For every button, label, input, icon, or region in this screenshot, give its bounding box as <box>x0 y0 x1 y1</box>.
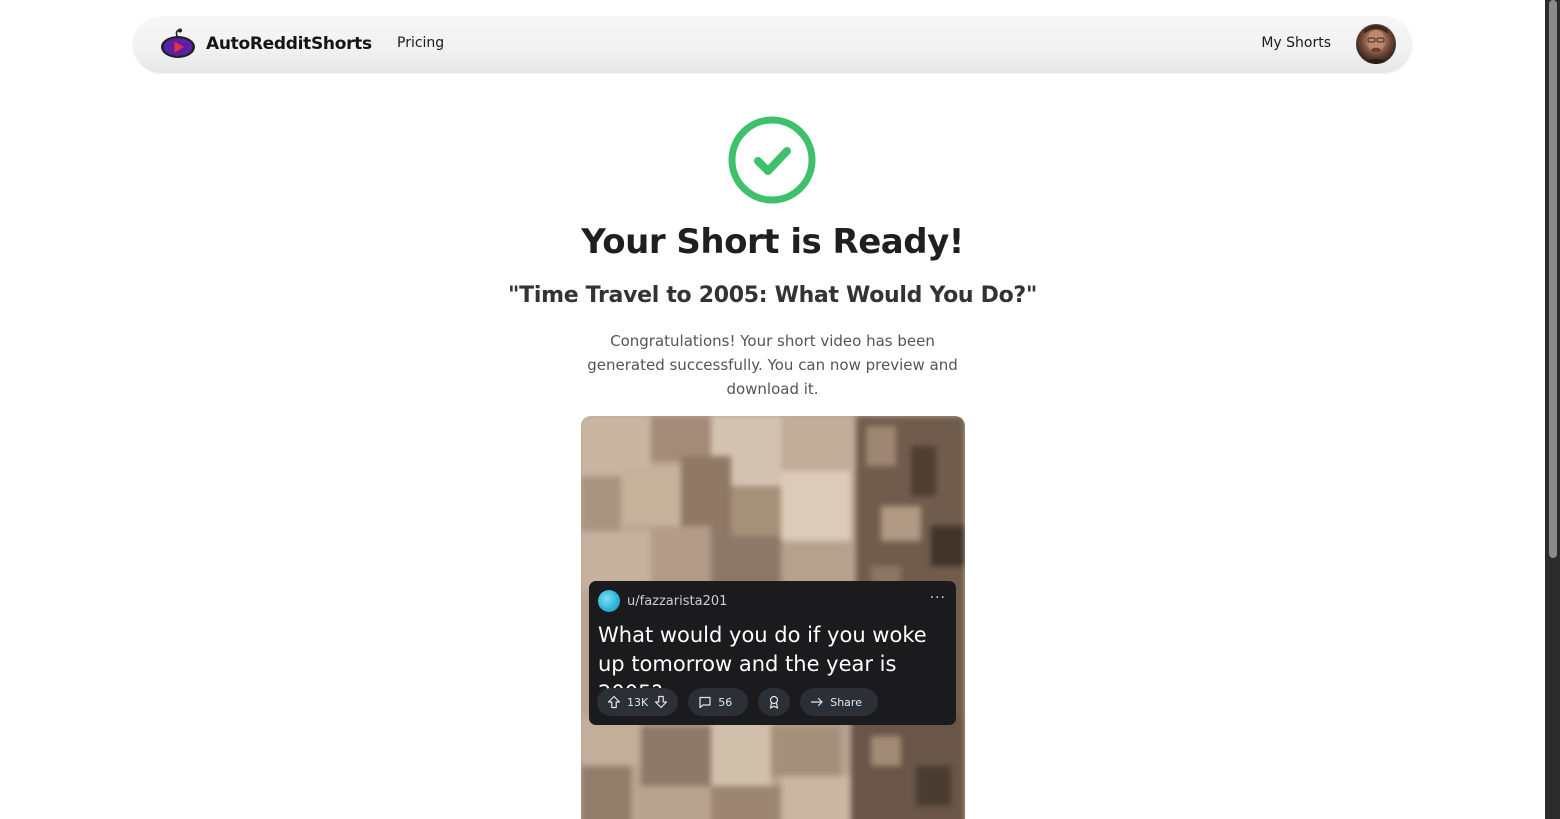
comments-pill: 56 <box>688 688 749 716</box>
avatar-photo <box>1360 25 1392 64</box>
share-label: Share <box>830 695 862 709</box>
share-arrow-icon <box>811 697 823 707</box>
comment-count: 56 <box>718 695 733 709</box>
nav-pricing-link[interactable]: Pricing <box>397 35 444 51</box>
page-title: Your Short is Ready! <box>581 222 964 262</box>
scrollbar-thumb[interactable] <box>1549 0 1557 558</box>
page: AutoRedditShorts Pricing My Shorts Your … <box>0 0 1545 819</box>
navbar: AutoRedditShorts Pricing My Shorts <box>133 16 1412 73</box>
short-title: "Time Travel to 2005: What Would You Do?… <box>507 283 1038 308</box>
award-icon <box>770 695 779 709</box>
brand-link[interactable]: AutoRedditShorts <box>160 28 372 60</box>
arrow-down-icon <box>655 695 668 709</box>
award-pill <box>758 688 791 716</box>
video-preview[interactable]: u/fazzarista201 ··· What would you do if… <box>581 416 965 819</box>
post-actions: 13K 56 Share <box>597 688 878 716</box>
upvote-count: 13K <box>627 695 649 709</box>
success-message: Congratulations! Your short video has be… <box>587 332 958 398</box>
logo-icon <box>161 28 195 58</box>
post-author-avatar <box>598 590 620 612</box>
success-check-icon <box>728 116 816 204</box>
brand-name: AutoRedditShorts <box>206 34 372 54</box>
post-header: u/fazzarista201 <box>598 590 727 612</box>
more-options-icon: ··· <box>929 590 946 606</box>
comment-icon <box>699 696 711 709</box>
scrollbar[interactable] <box>1545 0 1560 819</box>
vote-pill: 13K <box>597 688 679 716</box>
reddit-post-card: u/fazzarista201 ··· What would you do if… <box>589 581 956 725</box>
nav-my-shorts-link[interactable]: My Shorts <box>1261 35 1331 51</box>
share-pill: Share <box>800 688 878 716</box>
arrow-up-icon <box>607 695 621 709</box>
user-avatar[interactable] <box>1356 24 1396 64</box>
post-username: u/fazzarista201 <box>627 593 728 609</box>
